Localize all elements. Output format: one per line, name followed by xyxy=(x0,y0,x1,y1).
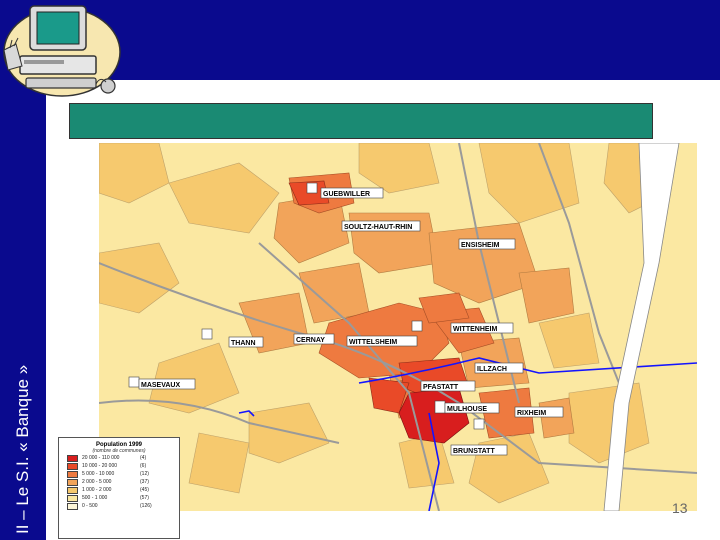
legend-count: (4) xyxy=(140,455,147,461)
svg-text:THANN: THANN xyxy=(231,340,256,347)
legend-range: 500 - 1 000 xyxy=(82,495,108,501)
legend-swatch xyxy=(67,502,78,510)
town-rixheim: RIXHEIM xyxy=(514,406,564,418)
legend-count: (37) xyxy=(140,479,149,485)
svg-text:CERNAY: CERNAY xyxy=(296,337,325,344)
map-legend: Population 1999 (nombre de communes) 20 … xyxy=(58,437,180,539)
town-pfastatt: PFASTATT xyxy=(420,380,476,392)
town-cernay: CERNAY xyxy=(293,333,335,345)
svg-text:SOULTZ-HAUT-RHIN: SOULTZ-HAUT-RHIN xyxy=(344,224,412,231)
svg-text:RIXHEIM: RIXHEIM xyxy=(517,410,546,417)
legend-row: 1 000 - 2 000 (45) xyxy=(67,486,179,494)
legend-row: 0 - 500 (126) xyxy=(67,502,179,510)
svg-text:MULHOUSE: MULHOUSE xyxy=(447,406,487,413)
svg-text:BRUNSTATT: BRUNSTATT xyxy=(453,448,495,455)
legend-count: (6) xyxy=(140,463,147,469)
legend-swatch xyxy=(67,454,78,462)
legend-swatch xyxy=(67,494,78,502)
town-wittelsheim: WITTELSHEIM xyxy=(346,335,418,347)
legend-count: (126) xyxy=(140,503,152,509)
svg-text:ILLZACH: ILLZACH xyxy=(477,366,507,373)
svg-text:GUEBWILLER: GUEBWILLER xyxy=(323,191,370,198)
header-bar xyxy=(46,0,720,80)
sidebar-title: II – Le S.I. « Banque » xyxy=(13,364,32,534)
legend-row: 10 000 - 20 000 (6) xyxy=(67,462,179,470)
legend-count: (12) xyxy=(140,471,149,477)
legend-range: 20 000 - 110 000 xyxy=(82,455,120,461)
legend-row: 2 000 - 5 000 (37) xyxy=(67,478,179,486)
slide-title-box xyxy=(69,103,653,139)
svg-text:ENSISHEIM: ENSISHEIM xyxy=(461,242,500,249)
town-ensisheim: ENSISHEIM xyxy=(458,238,516,250)
legend-range: 1 000 - 2 000 xyxy=(82,487,112,493)
legend-swatch xyxy=(67,478,78,486)
town-soultz: SOULTZ-HAUT-RHIN xyxy=(341,220,421,232)
legend-row: 20 000 - 110 000 (4) xyxy=(67,454,179,462)
legend-row: 5 000 - 10 000 (12) xyxy=(67,470,179,478)
page-number: 13 xyxy=(672,500,688,516)
svg-text:PFASTATT: PFASTATT xyxy=(423,384,459,391)
legend-range: 2 000 - 5 000 xyxy=(82,479,112,485)
legend-swatch xyxy=(67,462,78,470)
town-masevaux: MASEVAUX xyxy=(128,376,196,390)
svg-text:WITTELSHEIM: WITTELSHEIM xyxy=(349,339,397,346)
legend-range: 0 - 500 xyxy=(82,503,98,509)
legend-count: (57) xyxy=(140,495,149,501)
svg-text:WITTENHEIM: WITTENHEIM xyxy=(453,326,497,333)
legend-row: 500 - 1 000 (57) xyxy=(67,494,179,502)
computer-logo-icon xyxy=(3,5,121,97)
legend-swatch xyxy=(67,486,78,494)
town-mulhouse: MULHOUSE xyxy=(434,400,500,414)
legend-count: (45) xyxy=(140,487,149,493)
legend-range: 10 000 - 20 000 xyxy=(82,463,118,469)
legend-range: 5 000 - 10 000 xyxy=(82,471,115,477)
population-map: GUEBWILLER SOULTZ-HAUT-RHIN ENSISHEIM WI… xyxy=(99,143,697,511)
svg-text:MASEVAUX: MASEVAUX xyxy=(141,382,180,389)
town-illzach: ILLZACH xyxy=(474,362,524,374)
legend-swatch xyxy=(67,470,78,478)
